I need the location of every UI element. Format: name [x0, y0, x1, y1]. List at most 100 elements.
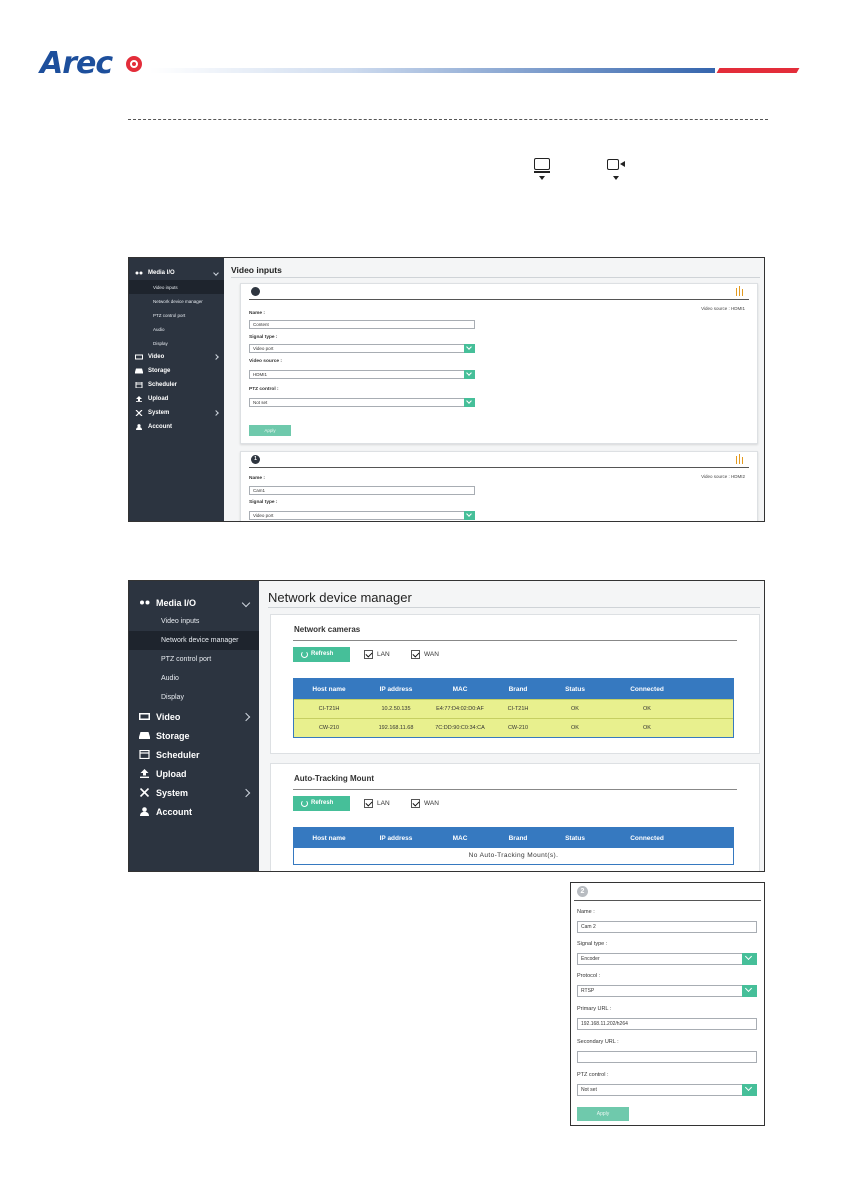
name-label: Name :: [249, 311, 265, 316]
sidebar-item-network-device-manager[interactable]: Network device manager: [129, 294, 224, 308]
secondary-url-input[interactable]: [577, 1051, 757, 1063]
sidebar-item-video[interactable]: Video: [129, 350, 224, 364]
video-source-select[interactable]: HDMI1: [249, 370, 475, 379]
video-inputs-screenshot: Media I/O Video inputs Network device ma…: [128, 257, 765, 522]
chevron-right-icon: [213, 354, 219, 360]
chevron-down-icon[interactable]: [742, 1084, 757, 1096]
name-input[interactable]: Content: [249, 320, 475, 329]
input-number-badge: 1: [251, 455, 260, 464]
chevron-down-icon[interactable]: [742, 953, 757, 965]
signal-type-select[interactable]: Encoder: [577, 953, 757, 965]
input-number-badge: 2: [577, 886, 588, 897]
signal-type-select[interactable]: Video port: [249, 344, 475, 353]
wan-checkbox[interactable]: WAN: [411, 799, 439, 808]
sidebar-item-account[interactable]: Account: [129, 802, 259, 821]
encoder-input-form-screenshot: 2 Name : Cam 2 Signal type : Encoder Pro…: [570, 882, 765, 1126]
user-icon: [139, 807, 150, 816]
chevron-down-icon[interactable]: [464, 511, 475, 520]
column-header: Brand: [508, 685, 528, 693]
auto-tracking-mount-card: Auto-Tracking Mount Refresh LAN WAN Host…: [270, 763, 760, 871]
storage-icon: [139, 731, 150, 740]
page-title: Video inputs: [231, 265, 282, 275]
sidebar-item-network-device-manager[interactable]: Network device manager: [129, 631, 259, 650]
logo-dot-icon: [126, 56, 142, 72]
video-source-label: Video source :: [249, 359, 282, 364]
video-inputs-panel: Video inputs Video source : HDMI1 Name :…: [224, 258, 764, 521]
sidebar: Media I/O Video inputs Network device ma…: [129, 258, 224, 521]
cell-ip-address: 10.2.50.135: [381, 706, 411, 712]
checkbox-checked-icon[interactable]: [364, 799, 373, 808]
page-title: Network device manager: [268, 590, 412, 605]
brand-logo: Arec: [40, 46, 150, 86]
table-header: Host name IP address MAC Brand Status Co…: [294, 679, 733, 699]
sidebar-item-upload[interactable]: Upload: [129, 392, 224, 406]
lan-checkbox[interactable]: LAN: [364, 650, 390, 659]
column-header: MAC: [452, 834, 468, 842]
wan-checkbox[interactable]: WAN: [411, 650, 439, 659]
chevron-down-icon[interactable]: [742, 985, 757, 997]
column-header: Status: [565, 685, 585, 693]
cell-status: OK: [571, 725, 579, 731]
sidebar-item-video-inputs[interactable]: Video inputs: [129, 280, 224, 294]
ptz-control-select[interactable]: Not set: [249, 398, 475, 407]
protocol-select[interactable]: RTSP: [577, 985, 757, 997]
apply-button[interactable]: Apply: [577, 1107, 629, 1121]
checkbox-checked-icon[interactable]: [411, 799, 420, 808]
protocol-label: Protocol :: [577, 973, 601, 979]
secondary-url-label: Secondary URL :: [577, 1039, 619, 1045]
sidebar-item-ptz-control-port[interactable]: PTZ control port: [129, 650, 259, 669]
calendar-icon: [139, 749, 150, 760]
name-input[interactable]: Cam1: [249, 486, 475, 495]
sidebar-item-audio[interactable]: Audio: [129, 669, 259, 688]
checkbox-checked-icon[interactable]: [411, 650, 420, 659]
sidebar-item-display[interactable]: Display: [129, 336, 224, 350]
tools-icon: [139, 787, 150, 798]
header-band-red: [716, 68, 800, 73]
sidebar-item-upload[interactable]: Upload: [129, 764, 259, 783]
sidebar-item-display[interactable]: Display: [129, 688, 259, 707]
ptz-control-select[interactable]: Not set: [577, 1084, 757, 1096]
chevron-down-icon[interactable]: [464, 370, 475, 379]
chevron-down-icon[interactable]: [464, 398, 475, 407]
checkbox-checked-icon[interactable]: [364, 650, 373, 659]
sidebar-item-video[interactable]: Video: [129, 707, 259, 726]
refresh-button[interactable]: Refresh: [293, 647, 350, 662]
table-row[interactable]: CW-210 192.168.11.68 7C:DD:90:C0:34:CA C…: [294, 718, 733, 737]
section-divider: [128, 119, 768, 120]
video-source-readout: Video source : HDMI2: [701, 474, 745, 479]
settings-sliders-icon[interactable]: [735, 454, 745, 464]
sidebar-item-storage[interactable]: Storage: [129, 726, 259, 745]
sidebar-item-scheduler[interactable]: Scheduler: [129, 378, 224, 392]
sidebar-item-system[interactable]: System: [129, 406, 224, 420]
settings-sliders-icon[interactable]: [735, 286, 745, 296]
input-number-badge: [251, 287, 260, 296]
chevron-right-icon: [213, 410, 219, 416]
table-row[interactable]: CI-T21H 10.2.50.135 E4:77:D4:02:D0:AF CI…: [294, 699, 733, 718]
primary-url-input[interactable]: 192.168.11.202/h264: [577, 1018, 757, 1030]
sidebar-item-storage[interactable]: Storage: [129, 364, 224, 378]
sidebar-item-scheduler[interactable]: Scheduler: [129, 745, 259, 764]
sidebar-item-ptz-control-port[interactable]: PTZ control port: [129, 308, 224, 322]
column-header: Host name: [312, 685, 346, 693]
lan-checkbox[interactable]: LAN: [364, 799, 390, 808]
sidebar-item-system[interactable]: System: [129, 783, 259, 802]
auto-tracking-table: Host name IP address MAC Brand Status Co…: [293, 827, 734, 865]
sidebar-item-media-io[interactable]: Media I/O: [129, 266, 224, 280]
card-divider: [249, 467, 749, 468]
empty-state-text: No Auto-Tracking Mount(s).: [468, 852, 559, 859]
signal-type-select[interactable]: Video port: [249, 511, 475, 520]
header-band-blue: [150, 68, 715, 73]
refresh-button[interactable]: Refresh: [293, 796, 350, 811]
sidebar: Media I/O Video inputs Network device ma…: [129, 581, 259, 871]
camera-input-icon: [606, 158, 628, 182]
chevron-down-icon[interactable]: [464, 344, 475, 353]
name-input[interactable]: Cam 2: [577, 921, 757, 933]
primary-url-label: Primary URL :: [577, 1006, 612, 1012]
sidebar-item-audio[interactable]: Audio: [129, 322, 224, 336]
sidebar-item-media-io[interactable]: Media I/O: [129, 593, 259, 612]
network-device-manager-screenshot: Media I/O Video inputs Network device ma…: [128, 580, 765, 872]
refresh-icon: [301, 800, 308, 807]
apply-button[interactable]: Apply: [249, 425, 291, 436]
sidebar-item-account[interactable]: Account: [129, 420, 224, 434]
sidebar-item-video-inputs[interactable]: Video inputs: [129, 612, 259, 631]
